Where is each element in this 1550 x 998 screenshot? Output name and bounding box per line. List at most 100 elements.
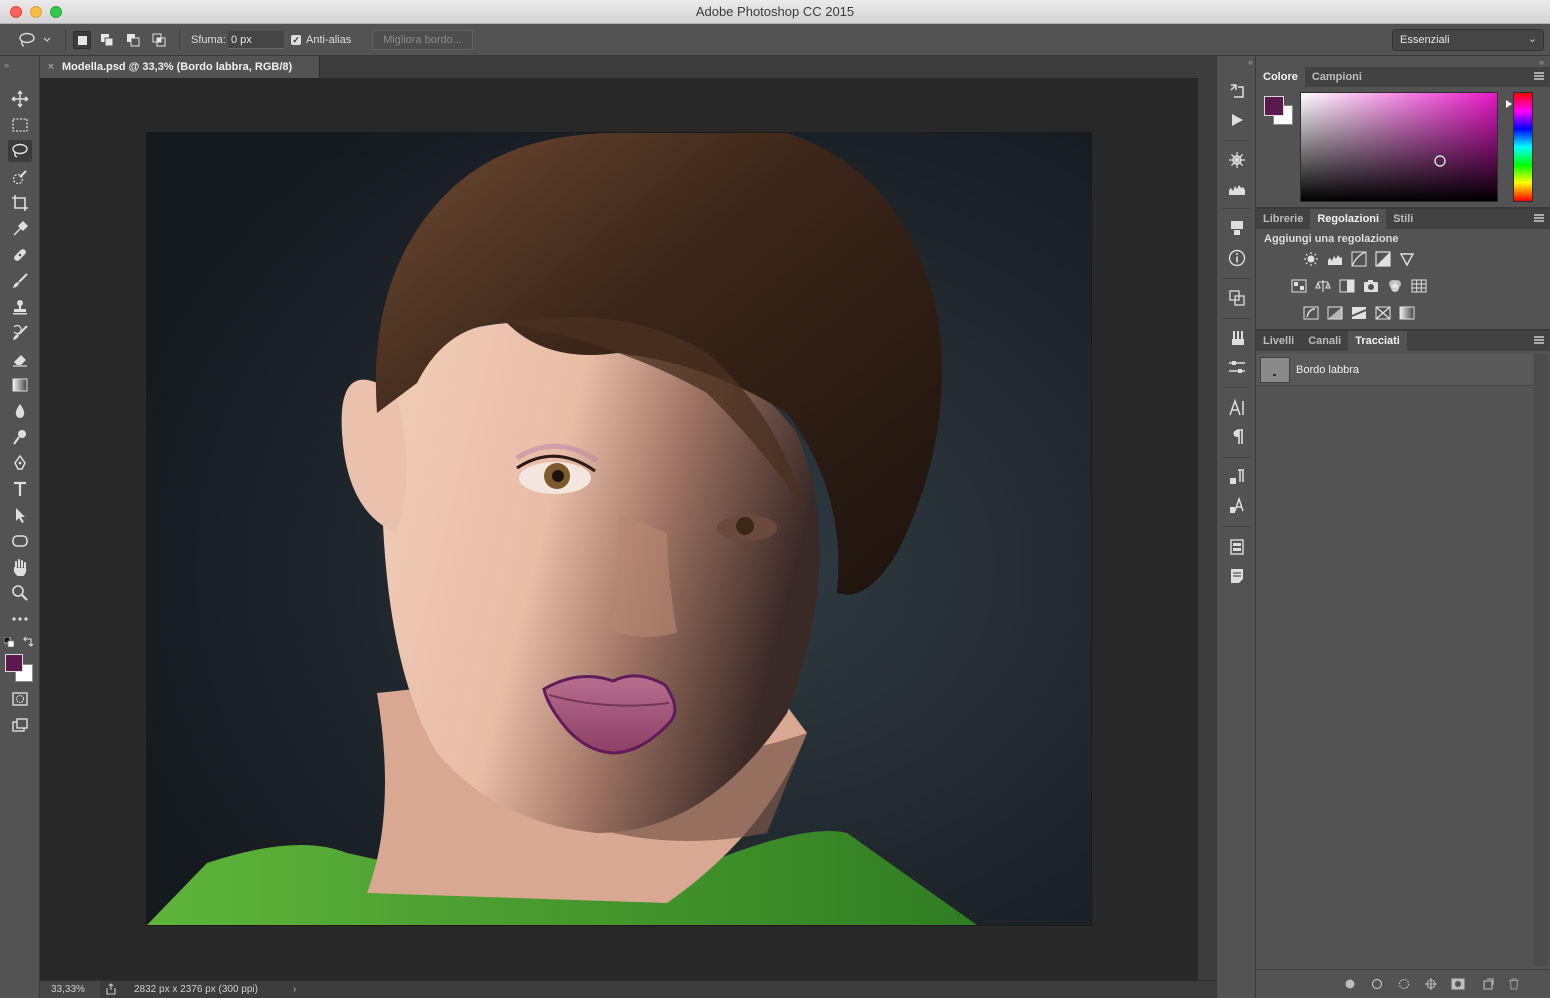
swap-colors-icon[interactable] bbox=[22, 636, 34, 648]
brush-tool[interactable] bbox=[8, 270, 32, 292]
add-to-selection-button[interactable] bbox=[99, 31, 117, 49]
panels-collapse-icon[interactable]: » bbox=[1539, 57, 1544, 67]
character-styles-button[interactable] bbox=[1227, 496, 1247, 516]
default-colors-icon[interactable] bbox=[4, 637, 14, 647]
color-panel-foreground-swatch[interactable] bbox=[1264, 96, 1284, 116]
posterize-button[interactable] bbox=[1326, 304, 1344, 322]
intersect-selection-button[interactable] bbox=[151, 31, 169, 49]
antialias-checkbox[interactable]: ✓ bbox=[291, 35, 301, 45]
tab-tracciati[interactable]: Tracciati bbox=[1348, 331, 1407, 351]
vibrance-button[interactable] bbox=[1398, 250, 1416, 268]
actions-panel-button[interactable] bbox=[1227, 110, 1247, 130]
clone-stamp-tool[interactable] bbox=[8, 296, 32, 318]
info-panel-button[interactable] bbox=[1227, 248, 1247, 268]
delete-path-button[interactable] bbox=[1507, 977, 1521, 991]
tab-campioni[interactable]: Campioni bbox=[1305, 67, 1369, 87]
feather-input[interactable]: 0 px bbox=[228, 31, 284, 49]
layer-comps-button[interactable] bbox=[1227, 537, 1247, 557]
pen-tool[interactable] bbox=[8, 452, 32, 474]
path-item[interactable]: Bordo labbra bbox=[1257, 354, 1533, 386]
panel-collapse-icon[interactable]: » bbox=[4, 60, 9, 70]
foreground-color-swatch[interactable] bbox=[5, 654, 23, 672]
color-panel-menu-icon[interactable] bbox=[1534, 72, 1544, 80]
color-lookup-button[interactable] bbox=[1410, 277, 1428, 295]
move-tool[interactable] bbox=[8, 88, 32, 110]
brush-settings-button[interactable] bbox=[1227, 357, 1247, 377]
workspace-select[interactable]: Essenziali ⌄ bbox=[1392, 29, 1544, 51]
eyedropper-tool[interactable] bbox=[8, 218, 32, 240]
healing-brush-tool[interactable] bbox=[8, 244, 32, 266]
canvas-area[interactable] bbox=[40, 78, 1198, 980]
dock-collapse-icon[interactable]: « bbox=[1221, 57, 1253, 67]
hue-saturation-button[interactable] bbox=[1290, 277, 1308, 295]
rect-marquee-tool[interactable] bbox=[8, 114, 32, 136]
selective-color-button[interactable] bbox=[1374, 304, 1392, 322]
paragraph-panel-button[interactable] bbox=[1227, 427, 1247, 447]
tab-canali[interactable]: Canali bbox=[1301, 331, 1348, 351]
subtract-from-selection-button[interactable] bbox=[125, 31, 143, 49]
blur-tool[interactable] bbox=[8, 400, 32, 422]
zoom-tool[interactable] bbox=[8, 582, 32, 604]
quick-mask-button[interactable] bbox=[8, 688, 32, 710]
zoom-level[interactable]: 33,33% bbox=[40, 981, 100, 998]
tab-livelli[interactable]: Livelli bbox=[1256, 331, 1301, 351]
channel-mixer-button[interactable] bbox=[1386, 277, 1404, 295]
black-white-button[interactable] bbox=[1338, 277, 1356, 295]
device-preview-button[interactable] bbox=[1227, 218, 1247, 238]
invert-button[interactable] bbox=[1302, 304, 1320, 322]
tab-librerie[interactable]: Librerie bbox=[1256, 209, 1310, 229]
paths-scrollbar[interactable] bbox=[1534, 354, 1548, 966]
gradient-tool[interactable] bbox=[8, 374, 32, 396]
quick-selection-tool[interactable] bbox=[8, 166, 32, 188]
hue-slider[interactable] bbox=[1513, 92, 1533, 202]
gradient-map-button[interactable] bbox=[1398, 304, 1416, 322]
stroke-path-button[interactable] bbox=[1370, 977, 1384, 991]
clone-source-button[interactable] bbox=[1227, 288, 1247, 308]
type-tool[interactable] bbox=[8, 478, 32, 500]
histogram-panel-button[interactable] bbox=[1227, 179, 1247, 199]
more-tools-button[interactable] bbox=[8, 608, 32, 630]
add-mask-button[interactable] bbox=[1451, 977, 1465, 991]
history-brush-tool[interactable] bbox=[8, 322, 32, 344]
photo-filter-button[interactable] bbox=[1362, 277, 1380, 295]
new-path-button[interactable] bbox=[1481, 977, 1495, 991]
share-icon[interactable] bbox=[104, 983, 118, 995]
hue-slider-marker[interactable] bbox=[1506, 100, 1512, 108]
tab-regolazioni[interactable]: Regolazioni bbox=[1310, 209, 1387, 229]
color-spectrum-field[interactable] bbox=[1300, 92, 1498, 202]
document-image[interactable] bbox=[147, 133, 1091, 925]
brush-presets-button[interactable] bbox=[1227, 328, 1247, 348]
status-more-chevron[interactable]: › bbox=[293, 984, 296, 995]
close-tab-icon[interactable]: × bbox=[40, 61, 62, 73]
navigator-panel-button[interactable] bbox=[1227, 150, 1247, 170]
shape-tool[interactable] bbox=[8, 530, 32, 552]
adjustments-panel-menu-icon[interactable] bbox=[1534, 214, 1544, 222]
dodge-tool[interactable] bbox=[8, 426, 32, 448]
curves-button[interactable] bbox=[1350, 250, 1368, 268]
notes-panel-button[interactable] bbox=[1227, 566, 1247, 586]
tab-stili[interactable]: Stili bbox=[1386, 209, 1420, 229]
document-tab[interactable]: × Modella.psd @ 33,3% (Bordo labbra, RGB… bbox=[40, 56, 320, 78]
canvas-scroll-strip[interactable] bbox=[1198, 78, 1216, 980]
levels-button[interactable] bbox=[1326, 250, 1344, 268]
load-as-selection-button[interactable] bbox=[1397, 977, 1411, 991]
threshold-button[interactable] bbox=[1350, 304, 1368, 322]
brightness-contrast-button[interactable] bbox=[1302, 250, 1320, 268]
lasso-tool[interactable] bbox=[8, 140, 32, 162]
screen-mode-button[interactable] bbox=[8, 715, 32, 737]
history-panel-button[interactable] bbox=[1227, 81, 1247, 101]
fill-path-button[interactable] bbox=[1343, 977, 1357, 991]
paragraph-styles-button[interactable] bbox=[1227, 467, 1247, 487]
color-balance-button[interactable] bbox=[1314, 277, 1332, 295]
paths-panel-menu-icon[interactable] bbox=[1534, 336, 1544, 344]
path-selection-tool[interactable] bbox=[8, 504, 32, 526]
eraser-tool[interactable] bbox=[8, 348, 32, 370]
crop-tool[interactable] bbox=[8, 192, 32, 214]
exposure-button[interactable] bbox=[1374, 250, 1392, 268]
make-work-path-button[interactable] bbox=[1424, 977, 1438, 991]
tool-preset-picker[interactable] bbox=[18, 24, 58, 56]
refine-edge-button[interactable]: Migliora bordo... bbox=[372, 30, 473, 50]
tab-colore[interactable]: Colore bbox=[1256, 67, 1305, 87]
character-panel-button[interactable] bbox=[1227, 398, 1247, 418]
new-selection-button[interactable] bbox=[73, 31, 91, 49]
